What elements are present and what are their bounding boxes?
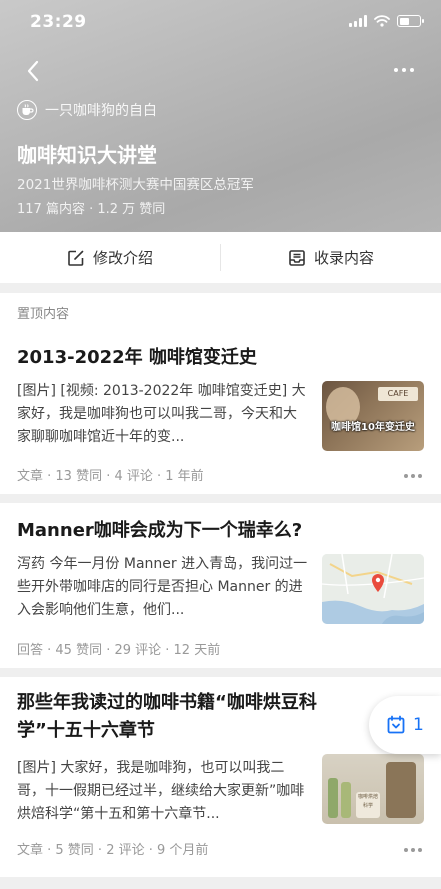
coffee-cup-icon <box>22 104 34 115</box>
item-title: 2013-2022年 咖啡馆变迁史 <box>17 347 257 368</box>
column-header: 23:29 一只咖啡狗的自白 咖啡知识大讲堂 2021世界咖啡杯测大赛中国赛区总… <box>0 0 441 232</box>
collection-count: 1 <box>413 715 424 735</box>
page-title: 咖啡知识大讲堂 <box>17 143 157 167</box>
collect-content-label: 收录内容 <box>313 249 374 267</box>
collect-content-button[interactable]: 收录内容 <box>221 232 441 283</box>
edit-intro-button[interactable]: 修改介绍 <box>0 232 220 283</box>
column-description: 2021世界咖啡杯测大赛中国赛区总冠军 <box>17 177 254 193</box>
map-thumbnail <box>322 554 424 624</box>
bookmark-box-icon <box>387 715 405 734</box>
list-item[interactable]: Manner咖啡会成为下一个瑞幸么? 泻药 今年一月份 Manner 进入青岛，… <box>0 503 441 668</box>
item-more-button[interactable] <box>400 468 426 484</box>
thumbnail-book-title: 咖啡烘焙科学 <box>356 792 380 818</box>
status-time: 23:29 <box>30 12 87 32</box>
column-stats: 117 篇内容 · 1.2 万 赞同 <box>17 202 166 217</box>
action-bar: 修改介绍 收录内容 <box>0 232 441 283</box>
more-options-button[interactable] <box>389 60 419 80</box>
pinned-section-label: 置顶内容 <box>0 293 441 330</box>
avatar <box>17 100 37 120</box>
item-thumbnail: CAFE 咖啡馆10年变迁史 <box>322 381 424 451</box>
item-title: 那些年我读过的咖啡书籍“咖啡烘豆科学”十五十六章节 <box>17 692 317 741</box>
collection-float-button[interactable]: 1 <box>369 696 441 754</box>
item-title: Manner咖啡会成为下一个瑞幸么? <box>17 520 303 541</box>
wifi-icon <box>374 15 390 27</box>
item-excerpt: 泻药 今年一月份 Manner 进入青岛，我问过一些开外带咖啡店的同行是否担心 … <box>17 556 308 618</box>
author-name: 一只咖啡狗的自白 <box>45 103 157 119</box>
thumbnail-tag: CAFE <box>378 387 418 401</box>
signal-icon <box>349 15 367 27</box>
item-excerpt: [图片] 大家好，我是咖啡狗，也可以叫我二哥，十一假期已经过半，继续给大家更新”… <box>17 760 305 822</box>
edit-intro-label: 修改介绍 <box>92 249 153 267</box>
inbox-icon <box>289 249 305 266</box>
item-thumbnail: 咖啡烘焙科学 <box>322 754 424 824</box>
battery-icon <box>397 15 424 27</box>
item-meta: 文章 · 13 赞同 · 4 评论 · 1 年前 <box>17 469 204 484</box>
item-more-button[interactable] <box>400 842 426 858</box>
status-icons <box>349 15 424 27</box>
list-item[interactable]: 2013-2022年 咖啡馆变迁史 [图片] [视频: 2013-2022年 咖… <box>0 330 441 494</box>
item-excerpt: [图片] [视频: 2013-2022年 咖啡馆变迁史] 大家好，我是咖啡狗也可… <box>17 383 306 445</box>
item-meta: 文章 · 5 赞同 · 2 评论 · 9 个月前 <box>17 843 209 858</box>
map-graphic <box>322 554 424 624</box>
back-button[interactable] <box>20 58 46 84</box>
item-meta: 回答 · 45 赞同 · 29 评论 · 12 天前 <box>17 643 221 658</box>
author-row[interactable]: 一只咖啡狗的自白 <box>17 100 157 120</box>
status-bar: 23:29 <box>0 0 441 44</box>
chevron-left-icon <box>27 60 39 82</box>
thumbnail-caption: 咖啡馆10年变迁史 <box>331 422 415 433</box>
edit-icon <box>68 250 84 266</box>
